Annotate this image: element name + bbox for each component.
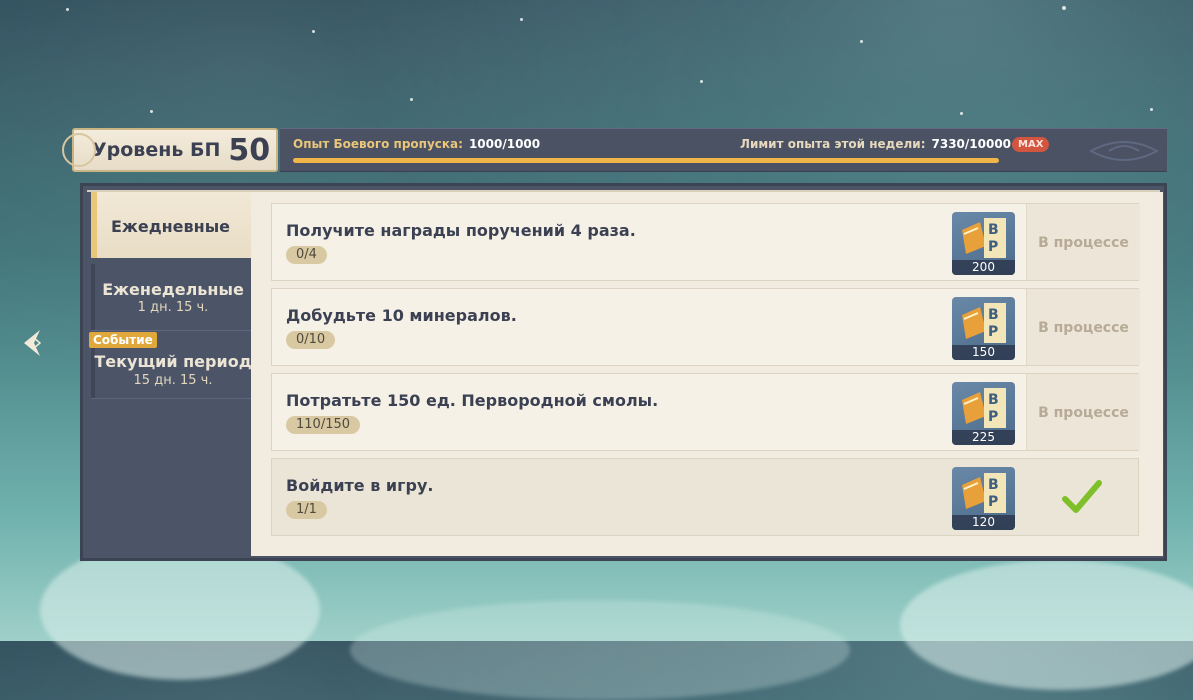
xp-progress-fill [293, 158, 999, 163]
reward-item[interactable]: B P 225 [952, 382, 1015, 445]
weekly-limit: Лимит опыта этой недели: 7330/10000 [740, 137, 1011, 151]
svg-text:P: P [988, 239, 998, 255]
level-label: Уровень БП [92, 139, 221, 161]
task-status [1026, 459, 1139, 535]
bp-exp-icon: B P [962, 303, 1006, 343]
svg-text:P: P [988, 409, 998, 425]
reward-count: 225 [952, 430, 1015, 445]
bp-exp-icon: B P [962, 218, 1006, 258]
xp-label-text: Опыт Боевого пропуска: [293, 137, 463, 151]
bp-exp-icon: B P [962, 473, 1006, 513]
reward-count: 200 [952, 260, 1015, 275]
task-title: Войдите в игру. [286, 476, 434, 495]
task-progress: 110/150 [286, 416, 361, 434]
tab-daily-label: Ежедневные [111, 217, 231, 236]
svg-text:B: B [988, 392, 999, 408]
task-status: В процессе [1026, 204, 1140, 280]
star [66, 8, 69, 11]
star [150, 110, 153, 113]
weekly-limit-value: 7330/10000 [931, 137, 1012, 151]
task-row: Потратьте 150 ед. Первородной смолы. 110… [271, 373, 1140, 451]
event-badge: Событие [89, 332, 157, 348]
tab-weekly-label: Еженедельные [102, 280, 244, 299]
bp-exp-icon: B P [962, 388, 1006, 428]
reward-count: 120 [952, 515, 1015, 530]
xp-progress-track [293, 158, 999, 163]
weekly-limit-label: Лимит опыта этой недели: [740, 137, 926, 151]
task-tabs: Ежедневные Еженедельные 1 дн. 15 ч. Собы… [87, 192, 255, 556]
cloud [350, 600, 850, 700]
svg-text:B: B [988, 222, 999, 238]
status-in-progress: В процессе [1038, 405, 1129, 421]
tab-period-time: 15 дн. 15 ч. [133, 373, 213, 388]
status-in-progress: В процессе [1038, 235, 1129, 251]
bp-level-box: Уровень БП 50 [62, 128, 278, 172]
level-emblem-icon [62, 133, 96, 167]
tab-weekly[interactable]: Еженедельные 1 дн. 15 ч. [91, 264, 255, 331]
star [860, 40, 863, 43]
star [700, 80, 703, 83]
star [520, 18, 523, 21]
svg-text:P: P [988, 494, 998, 510]
task-status: В процессе [1026, 289, 1140, 365]
star [1062, 6, 1066, 10]
task-title: Получите награды поручений 4 раза. [286, 221, 636, 240]
task-row: Получите награды поручений 4 раза. 0/4 B… [271, 203, 1140, 281]
task-status: В процессе [1026, 374, 1140, 450]
task-progress: 1/1 [286, 501, 327, 519]
task-row: Войдите в игру. 1/1 B P 120 [271, 458, 1139, 536]
cloud [40, 540, 320, 680]
svg-text:B: B [988, 477, 999, 493]
svg-text:B: B [988, 307, 999, 323]
task-progress: 0/10 [286, 331, 336, 349]
star [960, 112, 963, 115]
battle-pass-header: Уровень БП 50 Опыт Боевого пропуска: 1000… [62, 128, 1167, 172]
task-progress: 0/4 [286, 246, 327, 264]
task-row: Добудьте 10 минералов. 0/10 B P 150 В пр… [271, 288, 1140, 366]
reward-count: 150 [952, 345, 1015, 360]
reward-item[interactable]: B P 120 [952, 467, 1015, 530]
level-value: 50 [228, 132, 271, 168]
task-title: Добудьте 10 минералов. [286, 306, 517, 325]
tab-period-label: Текущий период [94, 352, 252, 371]
star [410, 98, 413, 101]
tab-active-marker [91, 192, 97, 258]
cloud [900, 560, 1193, 690]
xp-label: Опыт Боевого пропуска: 1000/1000 [293, 137, 540, 151]
task-list: Получите награды поручений 4 раза. 0/4 B… [251, 192, 1163, 556]
status-in-progress: В процессе [1038, 320, 1129, 336]
star [1150, 108, 1153, 111]
max-badge: MAX [1012, 137, 1050, 152]
reward-item[interactable]: B P 150 [952, 297, 1015, 360]
tab-period[interactable]: Событие Текущий период 15 дн. 15 ч. [89, 332, 255, 399]
star [312, 30, 315, 33]
xp-bar: Опыт Боевого пропуска: 1000/1000 Лимит оп… [280, 128, 1167, 172]
checkmark-icon [1062, 480, 1102, 513]
xp-value: 1000/1000 [468, 137, 541, 151]
svg-text:P: P [988, 324, 998, 340]
task-title: Потратьте 150 ед. Первородной смолы. [286, 391, 659, 410]
reward-item[interactable]: B P 200 [952, 212, 1015, 275]
tab-weekly-time: 1 дн. 15 ч. [137, 300, 209, 315]
tasks-panel: Ежедневные Еженедельные 1 дн. 15 ч. Собы… [80, 183, 1167, 561]
tab-daily[interactable]: Ежедневные [91, 192, 255, 258]
back-arrow-icon[interactable] [20, 328, 46, 358]
ornament-icon [1089, 141, 1159, 161]
